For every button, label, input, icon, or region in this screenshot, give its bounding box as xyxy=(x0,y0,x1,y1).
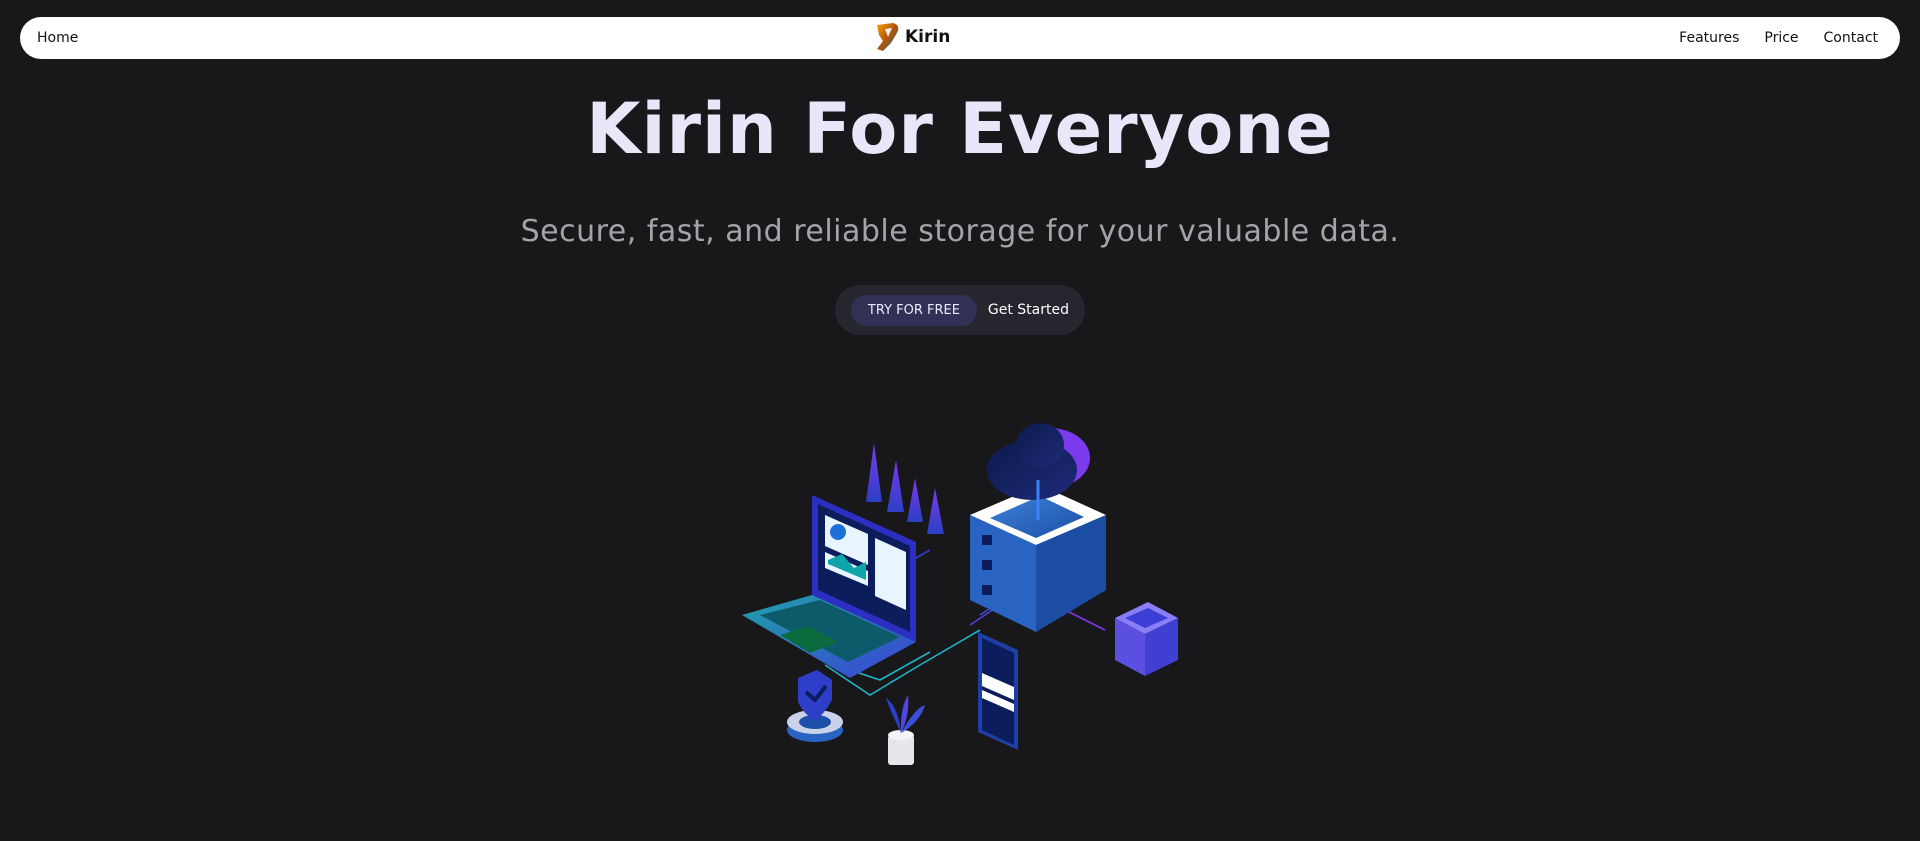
nav-right-links: Features Price Contact xyxy=(1679,30,1878,46)
hero-subtitle: Secure, fast, and reliable storage for y… xyxy=(520,214,1400,249)
nav-link-price[interactable]: Price xyxy=(1764,30,1798,46)
tree-icons xyxy=(866,443,944,534)
laptop-icon xyxy=(742,495,916,678)
shield-icon xyxy=(787,670,843,742)
top-navbar: Home Kirin Features Price Contact xyxy=(20,17,1900,59)
try-for-free-button[interactable]: TRY FOR FREE xyxy=(851,294,977,326)
phone-icon xyxy=(978,632,1018,750)
hero-illustration xyxy=(742,423,1178,765)
kirin-logo-icon xyxy=(877,23,899,51)
cta-group: TRY FOR FREE Get Started xyxy=(835,285,1085,335)
hero-title: Kirin For Everyone xyxy=(586,88,1334,170)
get-started-button[interactable]: Get Started xyxy=(988,302,1069,318)
nav-link-home[interactable]: Home xyxy=(37,30,78,46)
plant-icon xyxy=(886,695,925,765)
brand[interactable]: Kirin xyxy=(873,21,950,53)
nav-link-features[interactable]: Features xyxy=(1679,30,1739,46)
cube-icon xyxy=(1115,602,1178,676)
nav-link-contact[interactable]: Contact xyxy=(1824,30,1878,46)
brand-name: Kirin xyxy=(905,27,951,47)
